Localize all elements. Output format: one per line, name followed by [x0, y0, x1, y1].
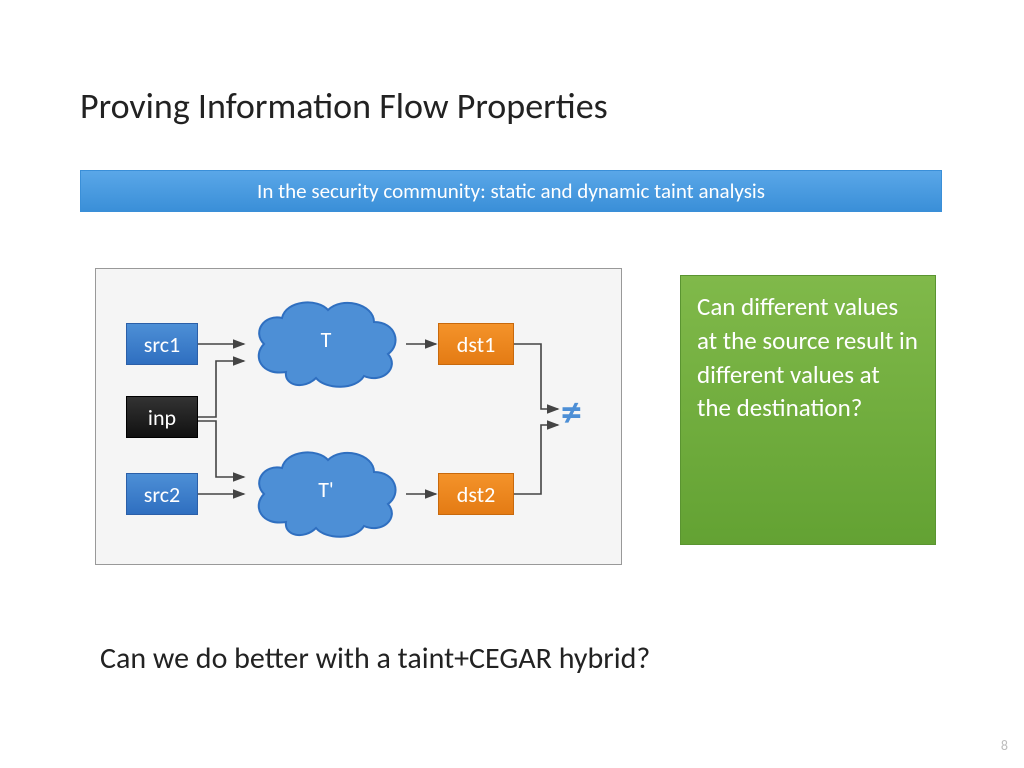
callout-text: Can different values at the source resul… — [697, 291, 918, 423]
node-inp: inp — [126, 396, 198, 438]
slide-title: Proving Information Flow Properties — [80, 84, 608, 128]
node-src1-label: src1 — [144, 331, 180, 358]
banner-bar: In the security community: static and dy… — [80, 170, 942, 212]
not-equal-symbol: ≠ — [561, 387, 582, 438]
node-src2-label: src2 — [144, 481, 180, 508]
node-dst2: dst2 — [438, 473, 514, 515]
cloud-T-label: T — [246, 326, 406, 353]
cloud-T: T — [246, 294, 406, 394]
diagram-panel: src1 inp src2 T T' dst1 dst2 — [95, 268, 622, 565]
callout-box: Can different values at the source resul… — [680, 275, 936, 545]
banner-text: In the security community: static and dy… — [257, 178, 765, 204]
node-dst1: dst1 — [438, 323, 514, 365]
cloud-Tprime-label: T' — [246, 476, 406, 503]
slide: Proving Information Flow Properties In t… — [0, 0, 1024, 768]
node-dst1-label: dst1 — [457, 331, 495, 358]
node-src1: src1 — [126, 323, 198, 365]
cloud-Tprime: T' — [246, 444, 406, 544]
node-dst2-label: dst2 — [457, 481, 495, 508]
node-src2: src2 — [126, 473, 198, 515]
not-equal-icon: ≠ — [561, 387, 582, 438]
node-inp-label: inp — [148, 404, 176, 431]
bottom-question: Can we do better with a taint+CEGAR hybr… — [100, 640, 650, 677]
page-number: 8 — [1001, 737, 1008, 754]
